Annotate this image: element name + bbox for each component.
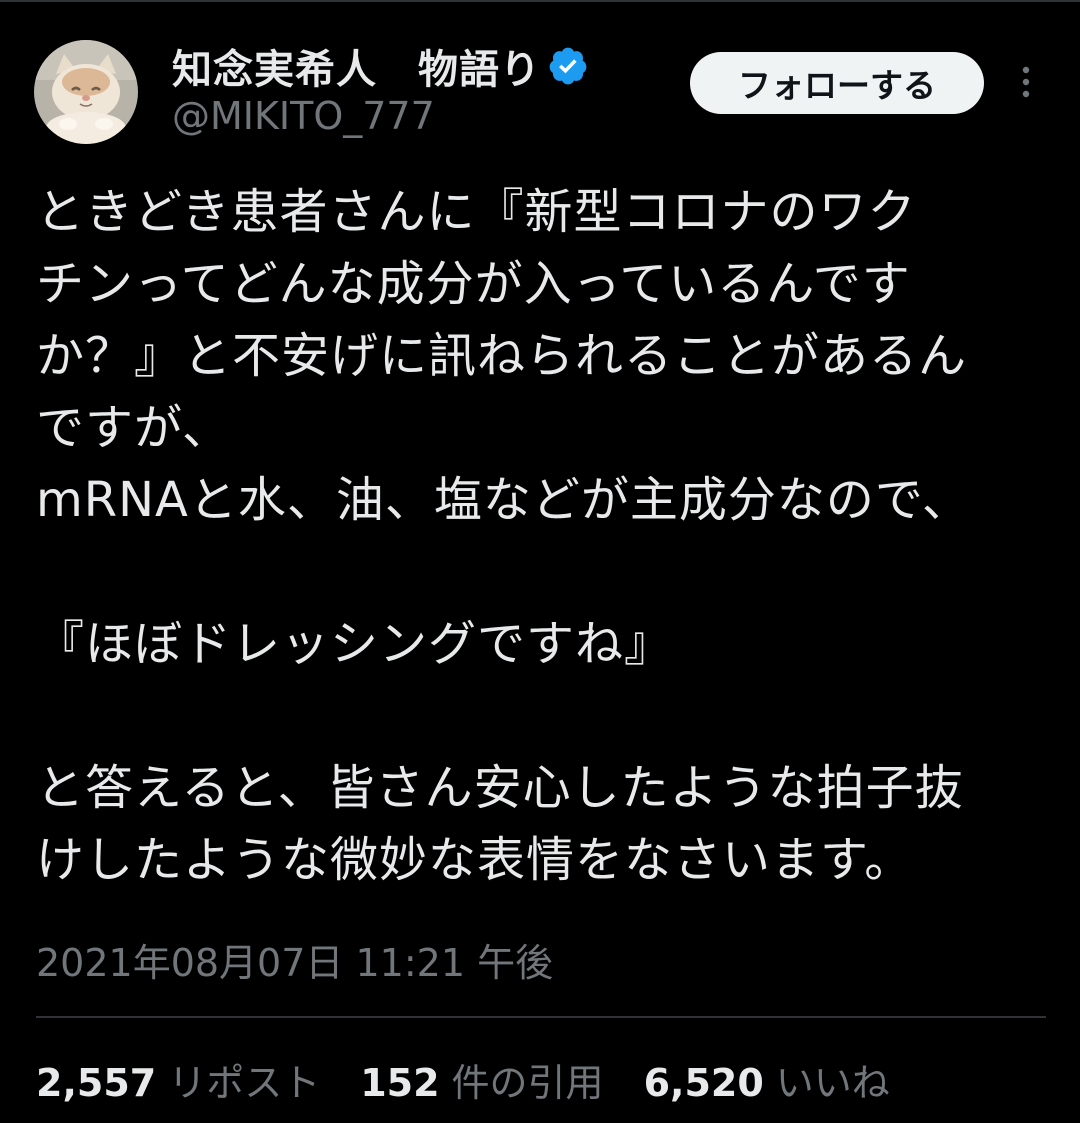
- tweet-timestamp[interactable]: 2021年08月07日 11:21 午後: [36, 932, 553, 987]
- tweet-line: ときどき患者さんに『新型コロナのワク: [36, 184, 917, 240]
- tweet-line: と答えると、皆さん安心したような拍子抜: [36, 760, 964, 816]
- quotes-count: 152: [360, 1061, 440, 1105]
- tweet-line: [36, 680, 1046, 752]
- engagement-stats: 2,557 リポスト 152 件の引用 6,520 いいね: [36, 1052, 930, 1107]
- reposts-count: 2,557: [36, 1061, 157, 1105]
- tweet-line: mRNAと水、油、塩などが主成分なので、: [36, 472, 971, 528]
- tweet-line: [36, 536, 1046, 608]
- tweet-line: チンってどんな成分が入っているんです: [36, 256, 911, 312]
- tweet-line: ですが、: [36, 400, 232, 456]
- likes-stat[interactable]: 6,520 いいね: [644, 1052, 890, 1107]
- tweet-line: けしたような微妙な表情をなさいます。: [36, 832, 914, 888]
- stats-divider: [36, 1016, 1046, 1018]
- follow-button[interactable]: フォローする: [690, 52, 984, 114]
- reposts-label: リポスト: [168, 1061, 321, 1105]
- display-name[interactable]: 知念実希人 物語り: [172, 37, 541, 95]
- reposts-stat[interactable]: 2,557 リポスト: [36, 1052, 320, 1107]
- tweet-line: 『ほぼドレッシングですね』: [36, 616, 674, 672]
- likes-label: いいね: [775, 1061, 890, 1105]
- tweet-detail: 知念実希人 物語り @MIKITO_777 フォローする ときどき患者さんに『新…: [0, 0, 1080, 1123]
- quotes-stat[interactable]: 152 件の引用: [360, 1052, 603, 1107]
- likes-count: 6,520: [643, 1061, 764, 1105]
- tweet-line: か？』と不安げに訊ねられることがあるん: [36, 328, 968, 384]
- cat-avatar-icon[interactable]: [34, 40, 138, 144]
- more-vertical-icon[interactable]: [1008, 62, 1044, 102]
- display-name-row[interactable]: 知念実希人 物語り: [172, 38, 589, 94]
- tweet-text: ときどき患者さんに『新型コロナのワク チンってどんな成分が入っているんです か？…: [36, 176, 1046, 896]
- top-divider: [0, 0, 1080, 2]
- quotes-label: 件の引用: [451, 1061, 604, 1105]
- verified-badge-icon: [547, 45, 589, 87]
- user-handle[interactable]: @MIKITO_777: [172, 94, 435, 138]
